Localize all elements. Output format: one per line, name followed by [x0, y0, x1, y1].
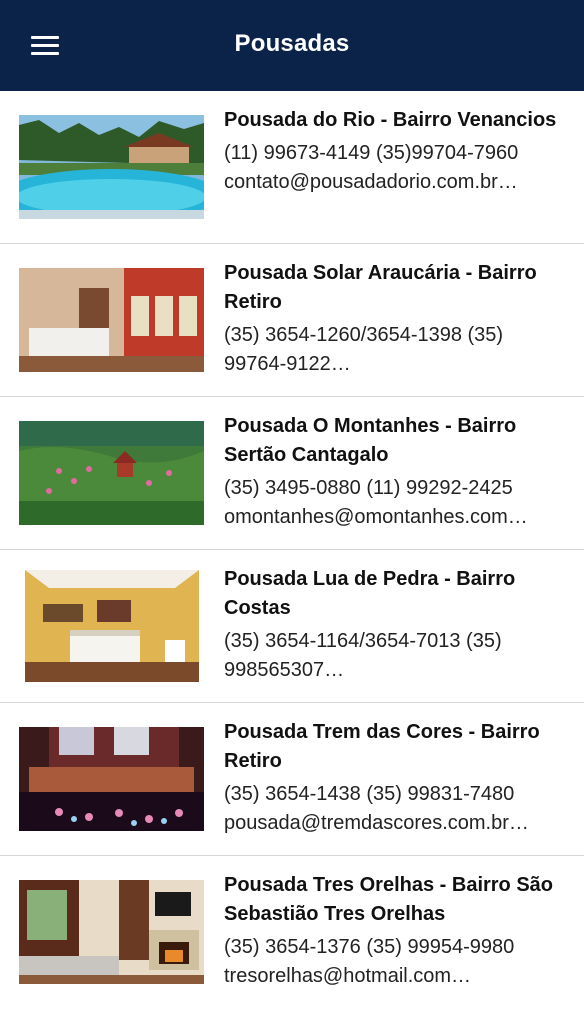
page-title: Pousadas: [234, 30, 350, 57]
list-item[interactable]: Pousada Tres Orelhas - Bairro São Sebast…: [0, 856, 584, 1009]
pousada-photo: [19, 268, 204, 372]
pousada-photo: [25, 570, 199, 682]
pousada-phones-continued: 99764-9122…: [224, 353, 351, 375]
pousada-phones: (35) 3654-1438 (35) 99831-7480: [224, 783, 515, 805]
pousada-email: contato@pousadadorio.com.br…: [224, 171, 518, 193]
pousada-name: Pousada Tres Orelhas - Bairro São Sebast…: [224, 874, 554, 925]
pousada-name: Pousada Trem das Cores - Bairro Retiro: [224, 721, 540, 772]
pousada-photo: [19, 115, 204, 219]
pousada-name: Pousada Solar Araucária - Bairro Retiro: [224, 262, 537, 313]
pousada-photo: [19, 880, 204, 984]
pousada-phones: (35) 3654-1260/3654-1398 (35): [224, 324, 504, 346]
pousada-photo: [19, 421, 204, 525]
pousada-email: pousada@tremdascores.com.br…: [224, 812, 529, 834]
list-item[interactable]: Pousada O Montanhes - Bairro Sertão Cant…: [0, 397, 584, 550]
list-item[interactable]: Pousada Lua de Pedra - Bairro Costas (35…: [0, 550, 584, 703]
pousada-name: Pousada do Rio - Bairro Venancios: [224, 109, 557, 131]
pousada-list: Pousada do Rio - Bairro Venancios (11) 9…: [0, 91, 584, 1009]
list-item[interactable]: Pousada Trem das Cores - Bairro Retiro (…: [0, 703, 584, 856]
list-item[interactable]: Pousada Solar Araucária - Bairro Retiro …: [0, 244, 584, 397]
pousada-phones: (35) 3654-1376 (35) 99954-9980: [224, 936, 515, 958]
pousada-name: Pousada Lua de Pedra - Bairro Costas: [224, 568, 516, 619]
pousada-phones: (35) 3495-0880 (11) 99292-2425: [224, 477, 513, 499]
pousada-phones-continued: 998565307…: [224, 659, 345, 681]
pousada-phones: (11) 99673-4149 (35)99704-7960: [224, 142, 519, 164]
pousada-photo: [19, 727, 204, 831]
pousada-email: tresorelhas@hotmail.com…: [224, 965, 472, 987]
pousada-email: omontanhes@omontanhes.com…: [224, 506, 528, 528]
app-bar: Pousadas: [0, 0, 584, 91]
pousada-name: Pousada O Montanhes - Bairro Sertão Cant…: [224, 415, 517, 466]
list-item[interactable]: Pousada do Rio - Bairro Venancios (11) 9…: [0, 91, 584, 244]
pousada-phones: (35) 3654-1164/3654-7013 (35): [224, 630, 502, 652]
